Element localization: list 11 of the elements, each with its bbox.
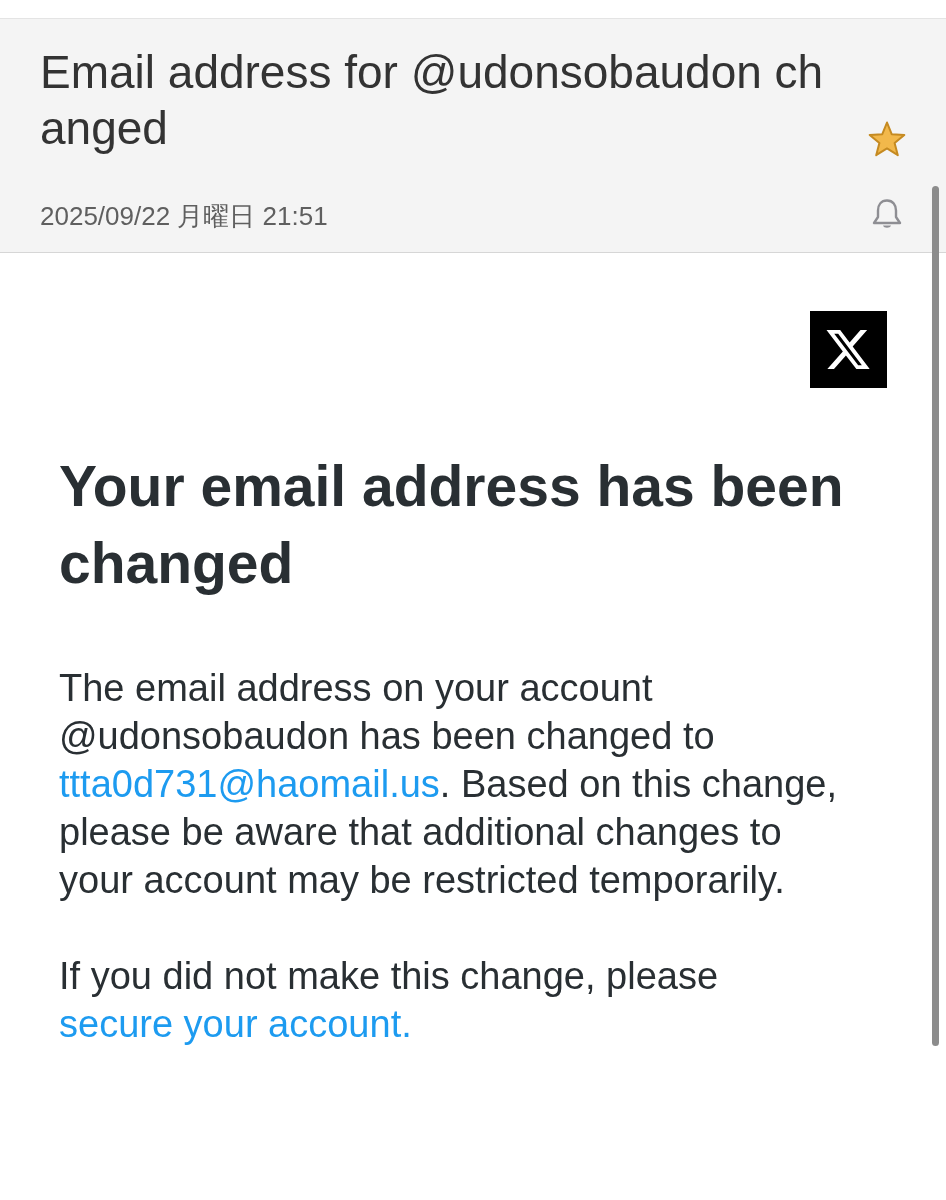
text-link[interactable]: ttta0d731@haomail.us: [59, 763, 440, 805]
headline: Your email address has been changed: [59, 453, 845, 597]
star-icon[interactable]: [868, 121, 906, 158]
email-date: 2025/09/22 月曜日 21:51: [40, 200, 329, 232]
message-paragraph: If you did not make this change, please secure your account.: [59, 954, 720, 1047]
message-paragraph: The email address on your account @udonsobaudon has been changed to ttta0d731@haomail.us. Based on this change, please be aware that additional changes to your account may be restricted temporarily.: [59, 666, 838, 903]
scrollbar-thumb[interactable]: [932, 186, 939, 1046]
email-subject: Email address for @udonsobaudon changed: [40, 45, 825, 156]
bell-icon[interactable]: [871, 198, 903, 231]
text-link[interactable]: secure your account.: [59, 1003, 412, 1045]
logo-icon: [810, 311, 887, 388]
